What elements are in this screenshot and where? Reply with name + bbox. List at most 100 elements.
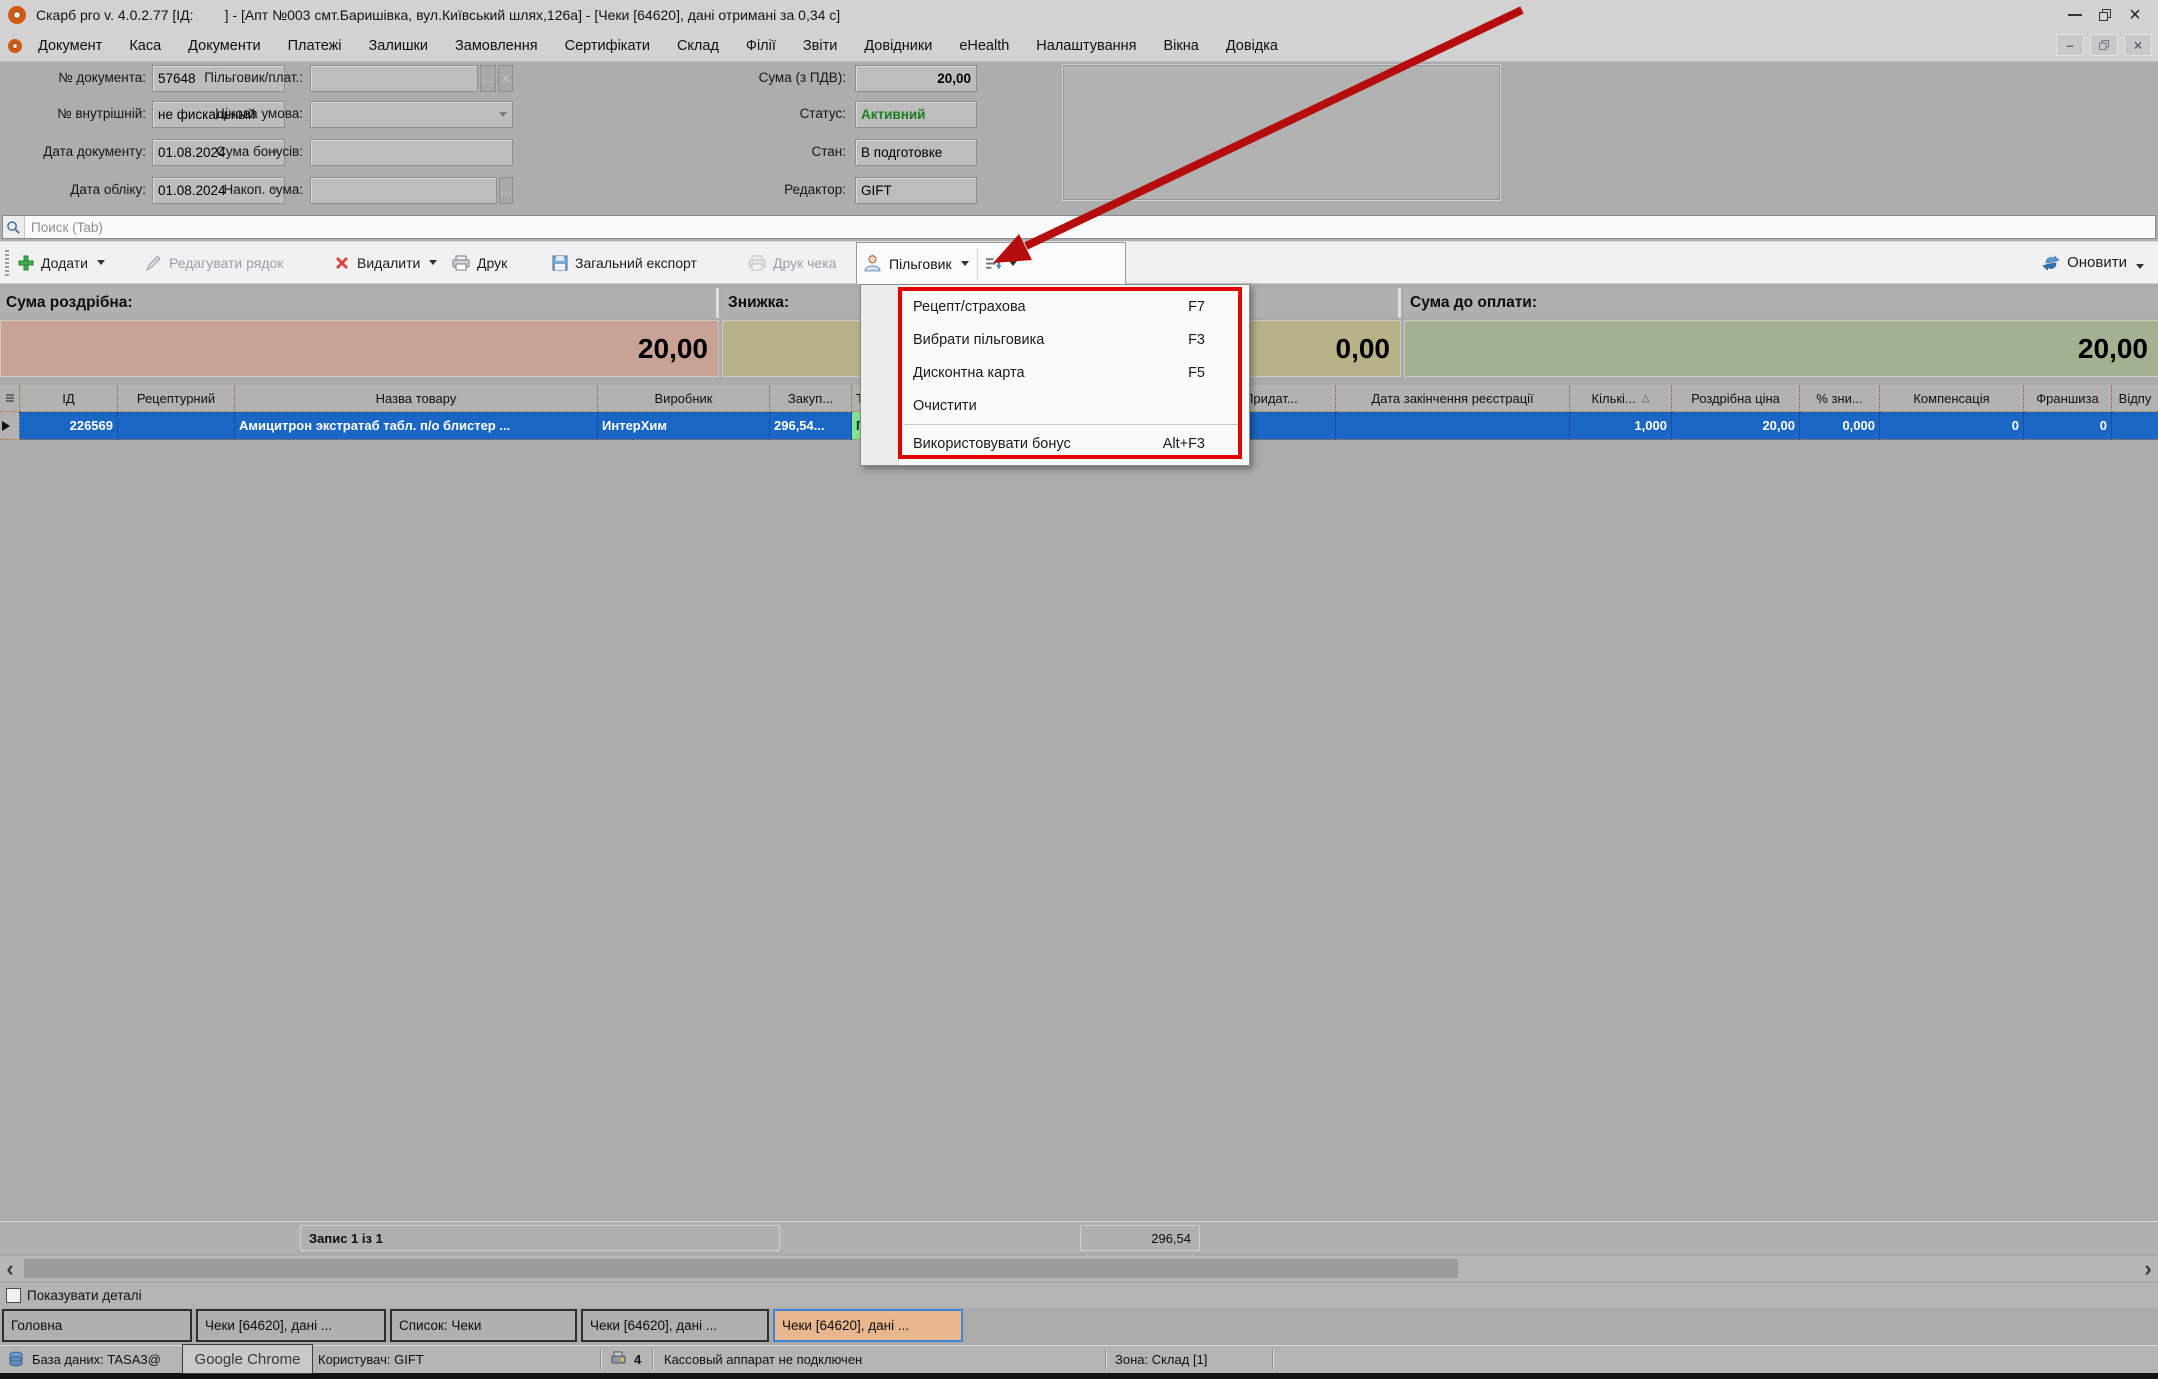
add-button[interactable]: Додати	[18, 242, 105, 283]
search-input[interactable]	[25, 220, 2155, 235]
print-receipt-button[interactable]: Друк чека	[748, 242, 836, 283]
column-header-retail-price[interactable]: Роздрібна ціна	[1672, 385, 1800, 412]
list-icon	[5, 393, 15, 403]
print-button[interactable]: Друк	[452, 242, 507, 283]
menu-windows[interactable]: Вікна	[1164, 38, 1199, 54]
column-sum-value: 296,54	[1080, 1225, 1200, 1251]
accumulated-sum-field[interactable]	[310, 177, 497, 204]
column-header-franchise[interactable]: Франшиза	[2024, 385, 2112, 412]
menu-directories[interactable]: Довідники	[864, 38, 932, 54]
column-header-product-name[interactable]: Назва товару	[235, 385, 598, 412]
total-with-vat-label: Сума (з ПДВ):	[700, 70, 846, 85]
cell-franchise: 0	[2024, 412, 2112, 440]
column-header-manufacturer[interactable]: Виробник	[598, 385, 770, 412]
column-header-purchase[interactable]: Закуп...	[770, 385, 852, 412]
menu-kasa[interactable]: Каса	[129, 38, 161, 54]
menu-warehouse[interactable]: Склад	[677, 38, 719, 54]
floppy-export-icon	[552, 255, 568, 271]
add-dropdown-icon[interactable]	[97, 260, 105, 265]
toolbar-drag-handle[interactable]	[5, 250, 9, 276]
printer-icon	[748, 255, 766, 271]
menu-help[interactable]: Довідка	[1226, 38, 1278, 54]
beneficiary-button-host: Пільговик	[856, 242, 1126, 284]
cell-registration-end	[1336, 412, 1570, 440]
price-condition-label: Цінова умова:	[155, 106, 303, 121]
scroll-right-icon[interactable]: ›	[2138, 1256, 2158, 1281]
menu-document[interactable]: Документ	[38, 38, 102, 54]
delete-dropdown-icon[interactable]	[429, 260, 437, 265]
price-condition-combobox[interactable]	[310, 101, 513, 128]
bonus-sum-field[interactable]	[310, 139, 513, 166]
close-button[interactable]: ×	[2120, 3, 2150, 27]
beneficiary-payer-field[interactable]	[310, 65, 478, 92]
scroll-left-icon[interactable]: ‹	[0, 1256, 20, 1281]
tab-checks-1[interactable]: Чеки [64620], дані ...	[196, 1309, 386, 1342]
record-strip: Запис 1 із 1 296,54	[0, 1221, 2158, 1253]
tab-checks-active[interactable]: Чеки [64620], дані ...	[773, 1309, 963, 1342]
delete-button[interactable]: Видалити	[334, 242, 437, 283]
details-row: Показувати деталі	[0, 1283, 2158, 1308]
app-logo-icon	[8, 6, 26, 24]
user-name: Користувач: GIFT	[318, 1352, 424, 1367]
column-header-registration-end[interactable]: Дата закінчення реєстрації	[1336, 385, 1570, 412]
annotation-highlight-rectangle	[898, 287, 1242, 459]
column-header-recipe[interactable]: Рецептурний	[118, 385, 235, 412]
beneficiary-payer-label: Пільговик/плат.:	[155, 70, 303, 85]
menu-settings[interactable]: Налаштування	[1036, 38, 1136, 54]
zone-label: Зона: Склад [1]	[1115, 1352, 1207, 1367]
column-header-id[interactable]: ІД	[20, 385, 118, 412]
beneficiary-button[interactable]: Пільговик	[857, 246, 977, 282]
column-header-expiry[interactable]: Придат...	[1240, 385, 1336, 412]
column-header-quantity[interactable]: Кількі...△	[1570, 385, 1672, 412]
status-bar: База даних: TASA3@ Користувач: GIFT 4 Ка…	[0, 1345, 2158, 1373]
edit-row-button[interactable]: Редагувати рядок	[146, 242, 283, 283]
menu-reports[interactable]: Звіти	[803, 38, 837, 54]
info-panel	[1063, 65, 1500, 200]
menu-branches[interactable]: Філії	[746, 38, 776, 54]
mdi-restore-button[interactable]	[2090, 34, 2118, 56]
doc-date-label: Дата документу:	[0, 144, 146, 159]
tab-main[interactable]: Головна	[2, 1309, 192, 1342]
record-counter: Запис 1 із 1	[300, 1225, 780, 1251]
mdi-close-button[interactable]: ×	[2124, 34, 2152, 56]
show-details-checkbox[interactable]	[6, 1288, 21, 1303]
mdi-minimize-button[interactable]: –	[2056, 34, 2084, 56]
column-header-dispense[interactable]: Відпу	[2112, 385, 2158, 412]
beneficiary-lookup-button[interactable]: …	[480, 65, 496, 92]
restore-button[interactable]	[2090, 3, 2120, 27]
scrollbar-thumb[interactable]	[24, 1259, 1458, 1278]
column-header-compensation[interactable]: Компенсація	[1880, 385, 2024, 412]
export-all-button[interactable]: Загальний експорт	[552, 242, 697, 283]
search-icon	[3, 216, 25, 238]
combo-dropdown-icon[interactable]	[499, 112, 507, 117]
search-box[interactable]	[2, 215, 2156, 239]
statusbar-separator	[1272, 1349, 1273, 1370]
menu-orders[interactable]: Замовлення	[455, 38, 538, 54]
retail-sum-value: 20,00	[0, 320, 719, 377]
refresh-dropdown-icon[interactable]	[2136, 264, 2144, 269]
tab-checks-2[interactable]: Чеки [64620], дані ...	[581, 1309, 769, 1342]
statusbar-separator	[652, 1349, 653, 1370]
database-icon	[8, 1351, 24, 1371]
tab-check-list[interactable]: Список: Чеки	[390, 1309, 577, 1342]
menu-certificates[interactable]: Сертифікати	[565, 38, 650, 54]
beneficiary-clear-button[interactable]: X	[498, 65, 513, 92]
title-bar: Скарб pro v. 4.0.2.77 [ІД: ] - [Апт №003…	[0, 0, 2158, 30]
column-header-discount-pct[interactable]: % зни...	[1800, 385, 1880, 412]
menu-payments[interactable]: Платежі	[288, 38, 342, 54]
printer-icon	[452, 255, 470, 271]
sort-button[interactable]	[977, 248, 1024, 280]
close-icon: ×	[2129, 5, 2141, 25]
sort-asc-icon: △	[1642, 393, 1650, 404]
state-label: Стан:	[700, 144, 846, 159]
menu-documents[interactable]: Документи	[188, 38, 260, 54]
cell-id: 226569	[20, 412, 118, 440]
accumulated-sum-lookup-button[interactable]: …	[499, 177, 513, 204]
menu-ehealth[interactable]: eHealth	[959, 38, 1009, 54]
refresh-button[interactable]: Оновити	[2042, 242, 2144, 283]
minimize-button[interactable]	[2060, 3, 2090, 27]
status-value-badge: Активний	[855, 101, 977, 128]
menu-stock[interactable]: Залишки	[369, 38, 428, 54]
sort-dropdown-icon	[1009, 261, 1017, 266]
horizontal-scrollbar[interactable]: ‹ ›	[0, 1256, 2158, 1281]
